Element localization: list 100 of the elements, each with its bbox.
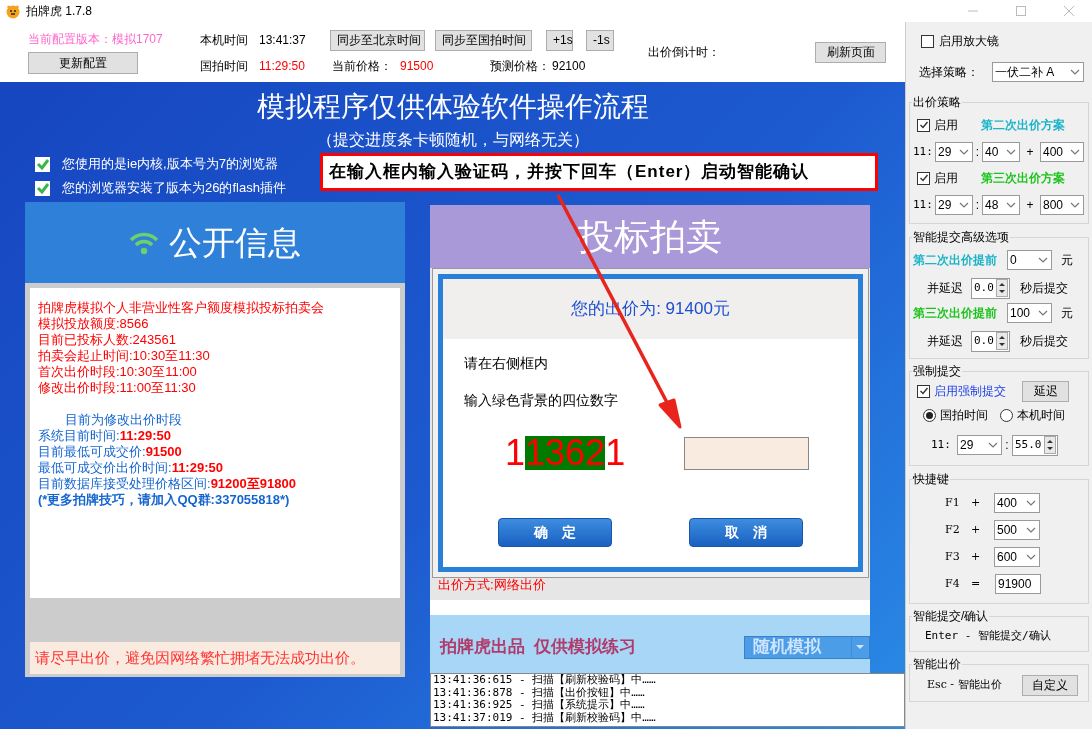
checkbox-label: 启用 bbox=[934, 170, 959, 187]
radio-label: 本机时间 bbox=[1017, 407, 1065, 424]
caret-icon bbox=[1026, 500, 1036, 506]
caret-icon bbox=[959, 149, 969, 155]
card-title: 公开信息 bbox=[169, 222, 301, 263]
product-note: 拍牌虎出品 仅供模拟练习 bbox=[440, 636, 637, 659]
confirm-button[interactable]: 确 定 bbox=[498, 518, 612, 547]
caret-icon bbox=[959, 202, 969, 208]
label: 并延迟 bbox=[927, 333, 964, 350]
label: + bbox=[971, 521, 982, 538]
spin-arrows-icon[interactable] bbox=[1043, 436, 1056, 454]
customize-button[interactable]: 自定义 bbox=[1022, 674, 1078, 696]
label: + bbox=[1025, 197, 1035, 214]
info-line: 拍卖会起止时间:10:30至11:30 bbox=[38, 348, 211, 364]
minute-dropdown[interactable]: 29 bbox=[957, 435, 1002, 455]
second-dropdown[interactable]: 48 bbox=[982, 195, 1020, 215]
second-dropdown[interactable]: 40 bbox=[982, 142, 1020, 162]
info-line: 系统目前时间:11:29:50 bbox=[38, 428, 172, 444]
checkbox[interactable] bbox=[917, 384, 930, 398]
shortcut-text: Enter - 智能提交/确认 bbox=[925, 627, 1052, 644]
instruction-text: 请在右侧框内 bbox=[464, 354, 549, 371]
check-label: 您使用的是ie内核,版本号为7的浏览器 bbox=[62, 155, 278, 174]
strategy-dropdown[interactable]: 一伏二补 A bbox=[992, 62, 1084, 82]
log-line: 13:41:36:615 - 扫描【刷新校验码】中…… bbox=[433, 674, 657, 687]
page-title: 模拟程序仅供体验软件操作流程 bbox=[255, 90, 650, 124]
log-line: 13:41:36:925 - 扫描【系统提示】中…… bbox=[433, 699, 646, 712]
spin-arrows-icon[interactable] bbox=[995, 332, 1008, 350]
checkbox[interactable] bbox=[917, 118, 930, 132]
group-title: 快捷键 bbox=[912, 471, 950, 488]
page-subtitle: （提交进度条卡顿随机，与网络无关） bbox=[315, 130, 590, 150]
shortcut-text: Esc - 智能出价 bbox=[927, 676, 1003, 693]
caret-icon bbox=[1038, 257, 1048, 263]
seconds-spinner[interactable]: 55.0 bbox=[1012, 434, 1058, 456]
refresh-page-button[interactable]: 刷新页面 bbox=[815, 41, 886, 63]
hotkey-dropdown[interactable]: 400 bbox=[994, 493, 1040, 513]
group-title: 出价策略 bbox=[912, 94, 962, 111]
label: + bbox=[971, 548, 982, 565]
info-line: 首次出价时段:10:30至11:00 bbox=[38, 364, 198, 380]
group-title: 智能提交/确认 bbox=[912, 608, 990, 625]
checkbox-label: 启用强制提交 bbox=[934, 383, 1007, 400]
auction-time-value: 11:29:50 bbox=[259, 58, 306, 75]
label: 秒后提交 bbox=[1019, 333, 1068, 350]
radio-button[interactable] bbox=[1000, 408, 1013, 422]
sync-button[interactable]: 同步至北京时间 bbox=[330, 29, 425, 51]
hotkey-input[interactable]: 91900 bbox=[995, 574, 1041, 594]
checkbox[interactable] bbox=[921, 34, 934, 48]
sync-button[interactable]: 同步至国拍时间 bbox=[435, 29, 532, 51]
hotkey-dropdown[interactable]: 500 bbox=[994, 520, 1040, 540]
captcha-code: 113621 bbox=[505, 436, 627, 470]
caret-icon bbox=[1038, 310, 1048, 316]
minute-dropdown[interactable]: 29 bbox=[935, 195, 973, 215]
amount-dropdown[interactable]: 100 bbox=[1007, 303, 1052, 323]
checkbox-label: 启用放大镜 bbox=[939, 33, 999, 50]
spin-arrows-icon[interactable] bbox=[995, 279, 1008, 297]
label: 11: bbox=[931, 436, 952, 453]
delay-button[interactable]: 延迟 bbox=[1022, 380, 1069, 402]
delay-spinner[interactable]: 0.0 bbox=[971, 330, 1010, 352]
caret-icon bbox=[988, 442, 998, 448]
delay-spinner[interactable]: 0.0 bbox=[971, 277, 1010, 299]
hotkey-label: F2 bbox=[945, 521, 961, 538]
label: : bbox=[974, 144, 981, 161]
hotkey-dropdown[interactable]: 600 bbox=[994, 547, 1040, 567]
amount-dropdown[interactable]: 0 bbox=[1007, 250, 1052, 270]
increment-dropdown[interactable]: 800 bbox=[1040, 195, 1084, 215]
sync-button[interactable]: +1s bbox=[546, 29, 573, 51]
radio-button[interactable] bbox=[923, 408, 936, 422]
update-config-button[interactable]: 更新配置 bbox=[28, 52, 138, 74]
label: 国拍时间 bbox=[200, 58, 249, 75]
group-title: 智能提交高级选项 bbox=[912, 229, 1010, 246]
info-line: 目前最低可成交价:91500 bbox=[38, 444, 183, 460]
label: 元 bbox=[1061, 305, 1073, 322]
increment-dropdown[interactable]: 400 bbox=[1040, 142, 1084, 162]
check-label: 您的浏览器安装了版本为26的flash插件 bbox=[62, 179, 286, 198]
predicted-price-value: 92100 bbox=[552, 58, 586, 75]
cancel-button[interactable]: 取 消 bbox=[689, 518, 803, 547]
label: : bbox=[1004, 437, 1010, 454]
minute-dropdown[interactable]: 29 bbox=[935, 142, 973, 162]
auction-header: 投标拍卖 bbox=[430, 205, 870, 268]
hotkey-label: F4 bbox=[945, 575, 961, 592]
label: 并延迟 bbox=[927, 280, 964, 297]
captcha-input[interactable] bbox=[684, 436, 809, 470]
wifi-icon bbox=[129, 230, 159, 255]
checkbox-label: 启用 bbox=[934, 117, 959, 134]
log-line: 13:41:36:878 - 扫描【出价按钮】中…… bbox=[433, 686, 646, 699]
info-line: 最低可成交价出价时间:11:29:50 bbox=[38, 460, 224, 476]
info-line: (*更多拍牌技巧，请加入QQ群:337055818*) bbox=[38, 492, 291, 508]
local-time-value: 13:41:37 bbox=[259, 32, 307, 49]
checkbox[interactable] bbox=[917, 171, 930, 185]
caret-icon bbox=[1070, 202, 1080, 208]
tiger-logo-icon bbox=[5, 3, 21, 19]
label: 秒后提交 bbox=[1019, 280, 1068, 297]
label: : bbox=[974, 197, 981, 214]
info-line: 目前已投标人数:243561 bbox=[38, 332, 177, 348]
label: = bbox=[971, 575, 982, 592]
label: 11: bbox=[913, 196, 934, 213]
sync-button[interactable]: -1s bbox=[586, 29, 614, 51]
plan-name: 第三次出价方案 bbox=[981, 170, 1065, 187]
notice-text: 请尽早出价，避免因网络繁忙拥堵无法成功出价。 bbox=[30, 642, 400, 674]
instruction-text: 输入绿色背景的四位数字 bbox=[464, 391, 619, 408]
label: 本机时间 bbox=[200, 32, 249, 49]
